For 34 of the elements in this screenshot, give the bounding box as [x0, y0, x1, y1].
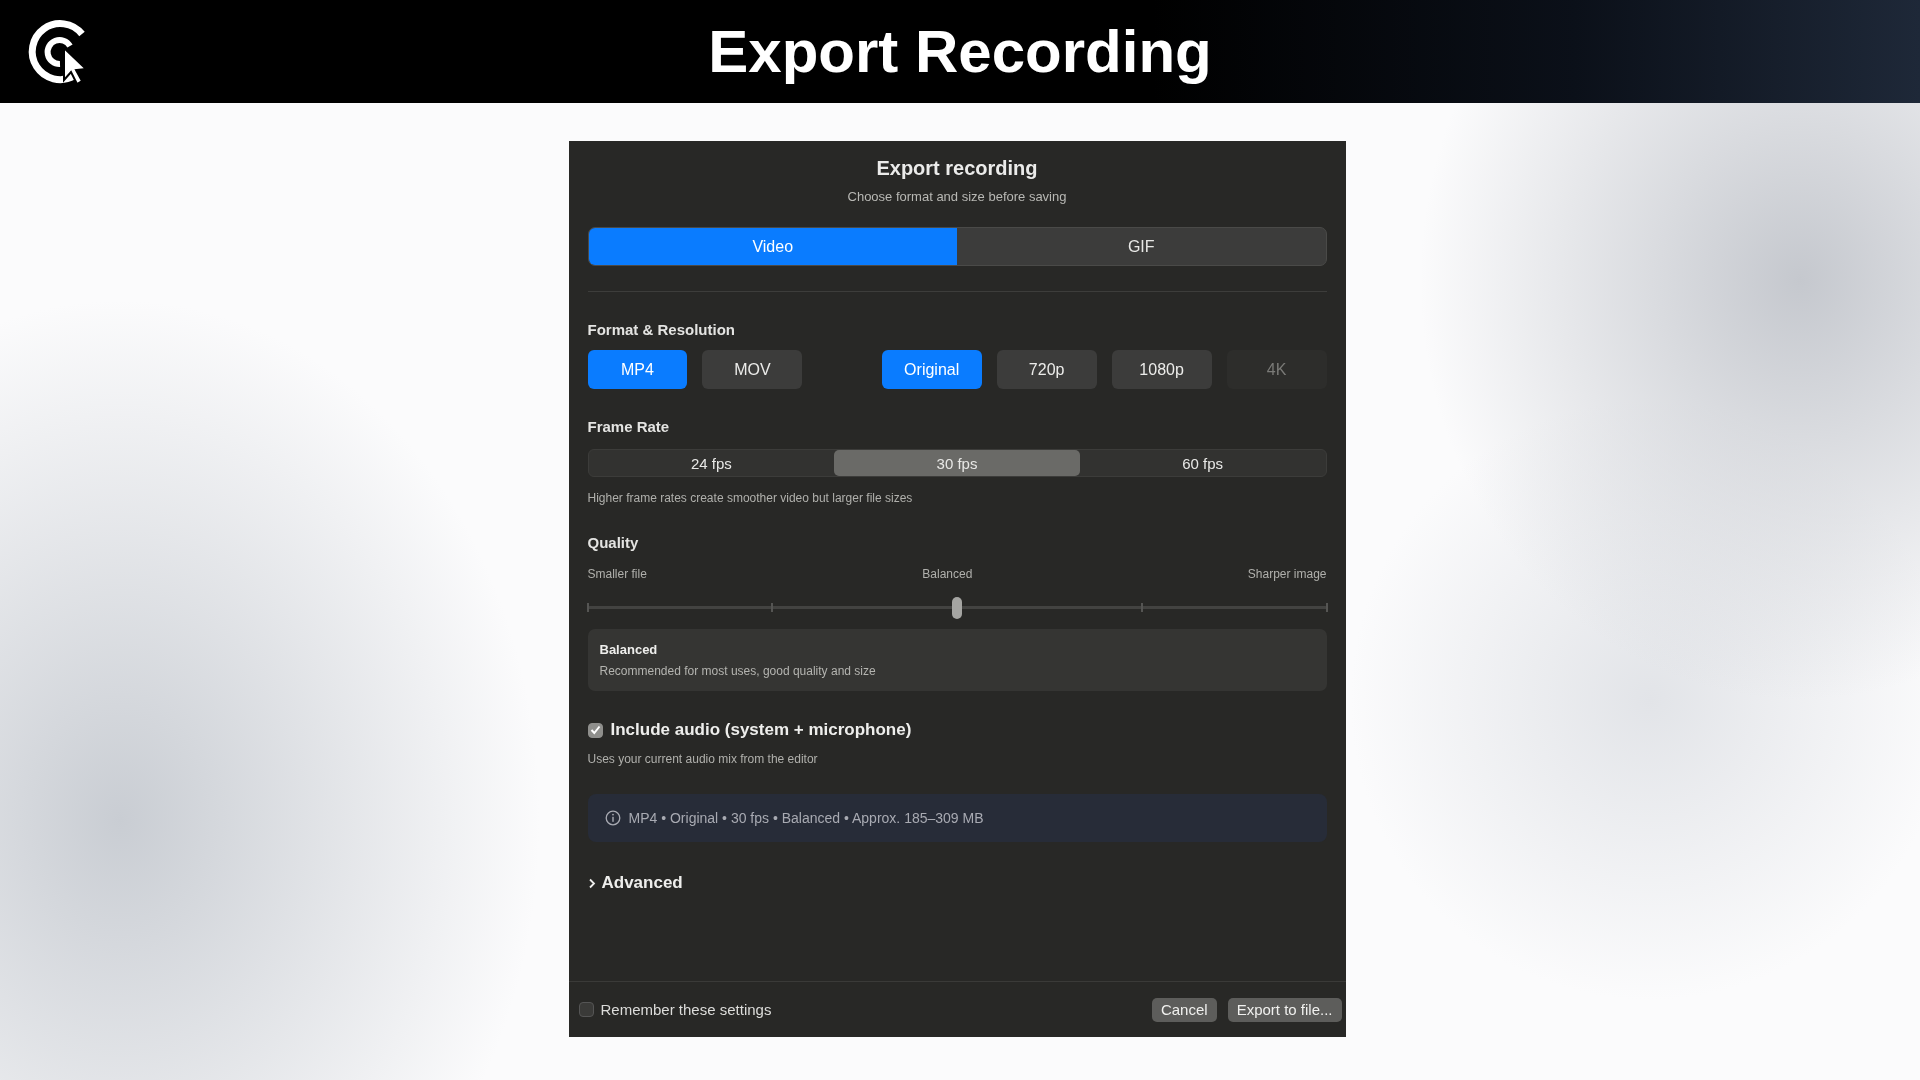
cancel-button[interactable]: Cancel	[1151, 997, 1217, 1022]
dialog-subtitle: Choose format and size before saving	[847, 189, 1067, 204]
checkmark-icon	[589, 725, 601, 735]
hint-text: Higher frame rates create smoother video but larger file sizes	[587, 491, 914, 505]
checkbox[interactable]	[578, 1002, 594, 1017]
dialog-title: Export recording	[876, 157, 1038, 180]
scale-label: Smaller file	[587, 567, 647, 581]
checkbox-label[interactable]: Include audio (system + microphone)	[610, 720, 912, 740]
scale-label: Sharper image	[1247, 567, 1327, 581]
format-button[interactable]: MOV	[702, 350, 803, 389]
scale-label: Balanced	[922, 567, 973, 581]
section-heading: Quality	[587, 534, 640, 551]
advanced-toggle[interactable]: Advanced	[587, 873, 683, 893]
tab[interactable]: GIF	[957, 228, 1326, 265]
frame-rate-option[interactable]: 60 fps	[1079, 450, 1326, 476]
info-icon	[604, 810, 621, 826]
hint-text: Uses your current audio mix from the editor	[587, 752, 819, 766]
checkbox[interactable]	[587, 722, 603, 738]
slider-thumb[interactable]	[952, 597, 962, 619]
export-button[interactable]: Export to file...	[1227, 997, 1342, 1022]
frame-rate-option[interactable]: 30 fps	[834, 450, 1080, 476]
resolution-button[interactable]: 1080p	[1111, 350, 1212, 389]
format-button[interactable]: MP4	[587, 350, 688, 389]
section-heading: Frame Rate	[587, 418, 671, 435]
section-heading: Format & Resolution	[587, 321, 736, 338]
checkbox-label[interactable]: Remember these settings	[600, 1001, 772, 1018]
resolution-button[interactable]: Original	[881, 350, 982, 389]
card-description: Recommended for most uses, good quality and size	[599, 664, 877, 678]
page-title: Export Recording	[707, 17, 1213, 86]
resolution-button[interactable]: 720p	[996, 350, 1097, 389]
summary-text: MP4 • Original • 30 fps • Balanced • Approx. 185–309 MB	[628, 810, 984, 826]
tab[interactable]: Video	[588, 228, 957, 265]
frame-rate-option[interactable]: 24 fps	[588, 450, 835, 476]
card-title: Balanced	[599, 642, 659, 657]
